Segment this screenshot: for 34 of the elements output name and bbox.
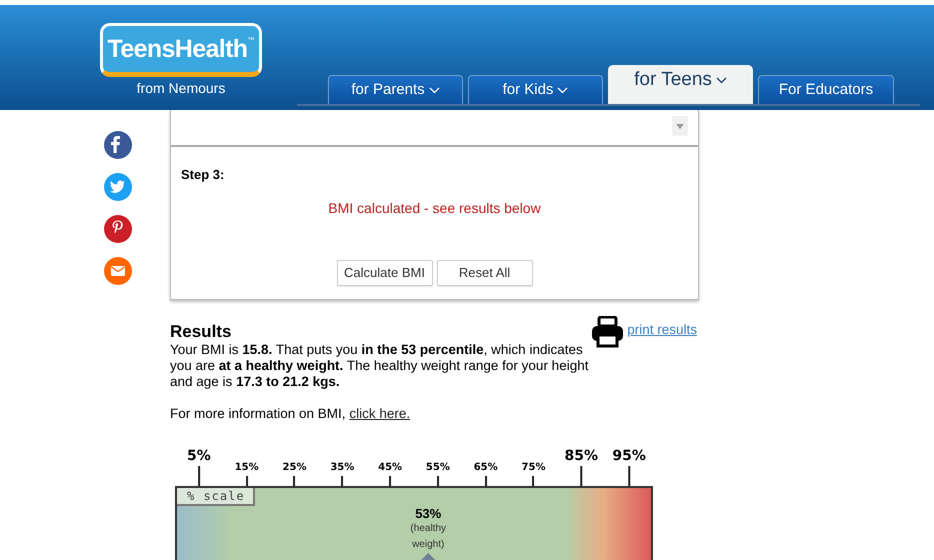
marker-value: 53% xyxy=(415,506,442,521)
nav-tab[interactable]: For Educators xyxy=(758,75,894,104)
results-summary: Your BMI is 15.8. That puts you in the 53 percentile, which indicates you are at a healthy weight. The healthy weight range for your height and age is 17.3 to 21.2 kgs. xyxy=(170,342,590,390)
scale-tick-label: 25% xyxy=(282,463,306,473)
marker-note: weight) xyxy=(412,538,444,552)
scale-tick-label: 45% xyxy=(378,463,402,473)
scale-tick-label: 75% xyxy=(522,463,546,473)
logo-subtitle: from Nemours xyxy=(136,81,226,95)
step-label: Step 3: xyxy=(181,166,224,184)
facebook-icon[interactable] xyxy=(104,131,132,159)
nav-tab[interactable]: for Parents xyxy=(328,75,463,104)
scale-tick-label: 95% xyxy=(612,449,646,463)
scale-tick-label: 65% xyxy=(474,463,498,473)
bird-icon[interactable] xyxy=(104,173,132,201)
more-info-text: For more information on BMI, xyxy=(170,406,346,421)
scale-tick-label: 55% xyxy=(426,463,450,473)
results-heading: Results xyxy=(170,322,232,342)
pinterest-icon[interactable] xyxy=(104,215,132,243)
status-message: BMI calculated - see results below xyxy=(327,199,542,218)
more-info-link[interactable]: click here. xyxy=(349,406,410,421)
envelope-icon[interactable] xyxy=(104,257,132,285)
printer-icon[interactable] xyxy=(591,316,624,348)
marker-note: (healthy xyxy=(410,522,446,536)
scale-tick-label: 85% xyxy=(564,449,598,463)
logo-title: TeensHealth xyxy=(108,36,248,62)
nav-tab[interactable]: for Teens xyxy=(608,65,753,104)
scale-tick-label: 35% xyxy=(330,463,354,473)
scale-tag: % scale xyxy=(177,488,255,506)
nav-tab[interactable]: for Kids xyxy=(468,75,603,104)
print-results-link[interactable]: print results xyxy=(627,320,697,340)
scale-tick-label: 5% xyxy=(187,449,211,463)
form-button[interactable]: Calculate BMI xyxy=(336,260,432,286)
form-button[interactable]: Reset All xyxy=(436,260,532,286)
scale-tick-label: 15% xyxy=(234,463,259,473)
